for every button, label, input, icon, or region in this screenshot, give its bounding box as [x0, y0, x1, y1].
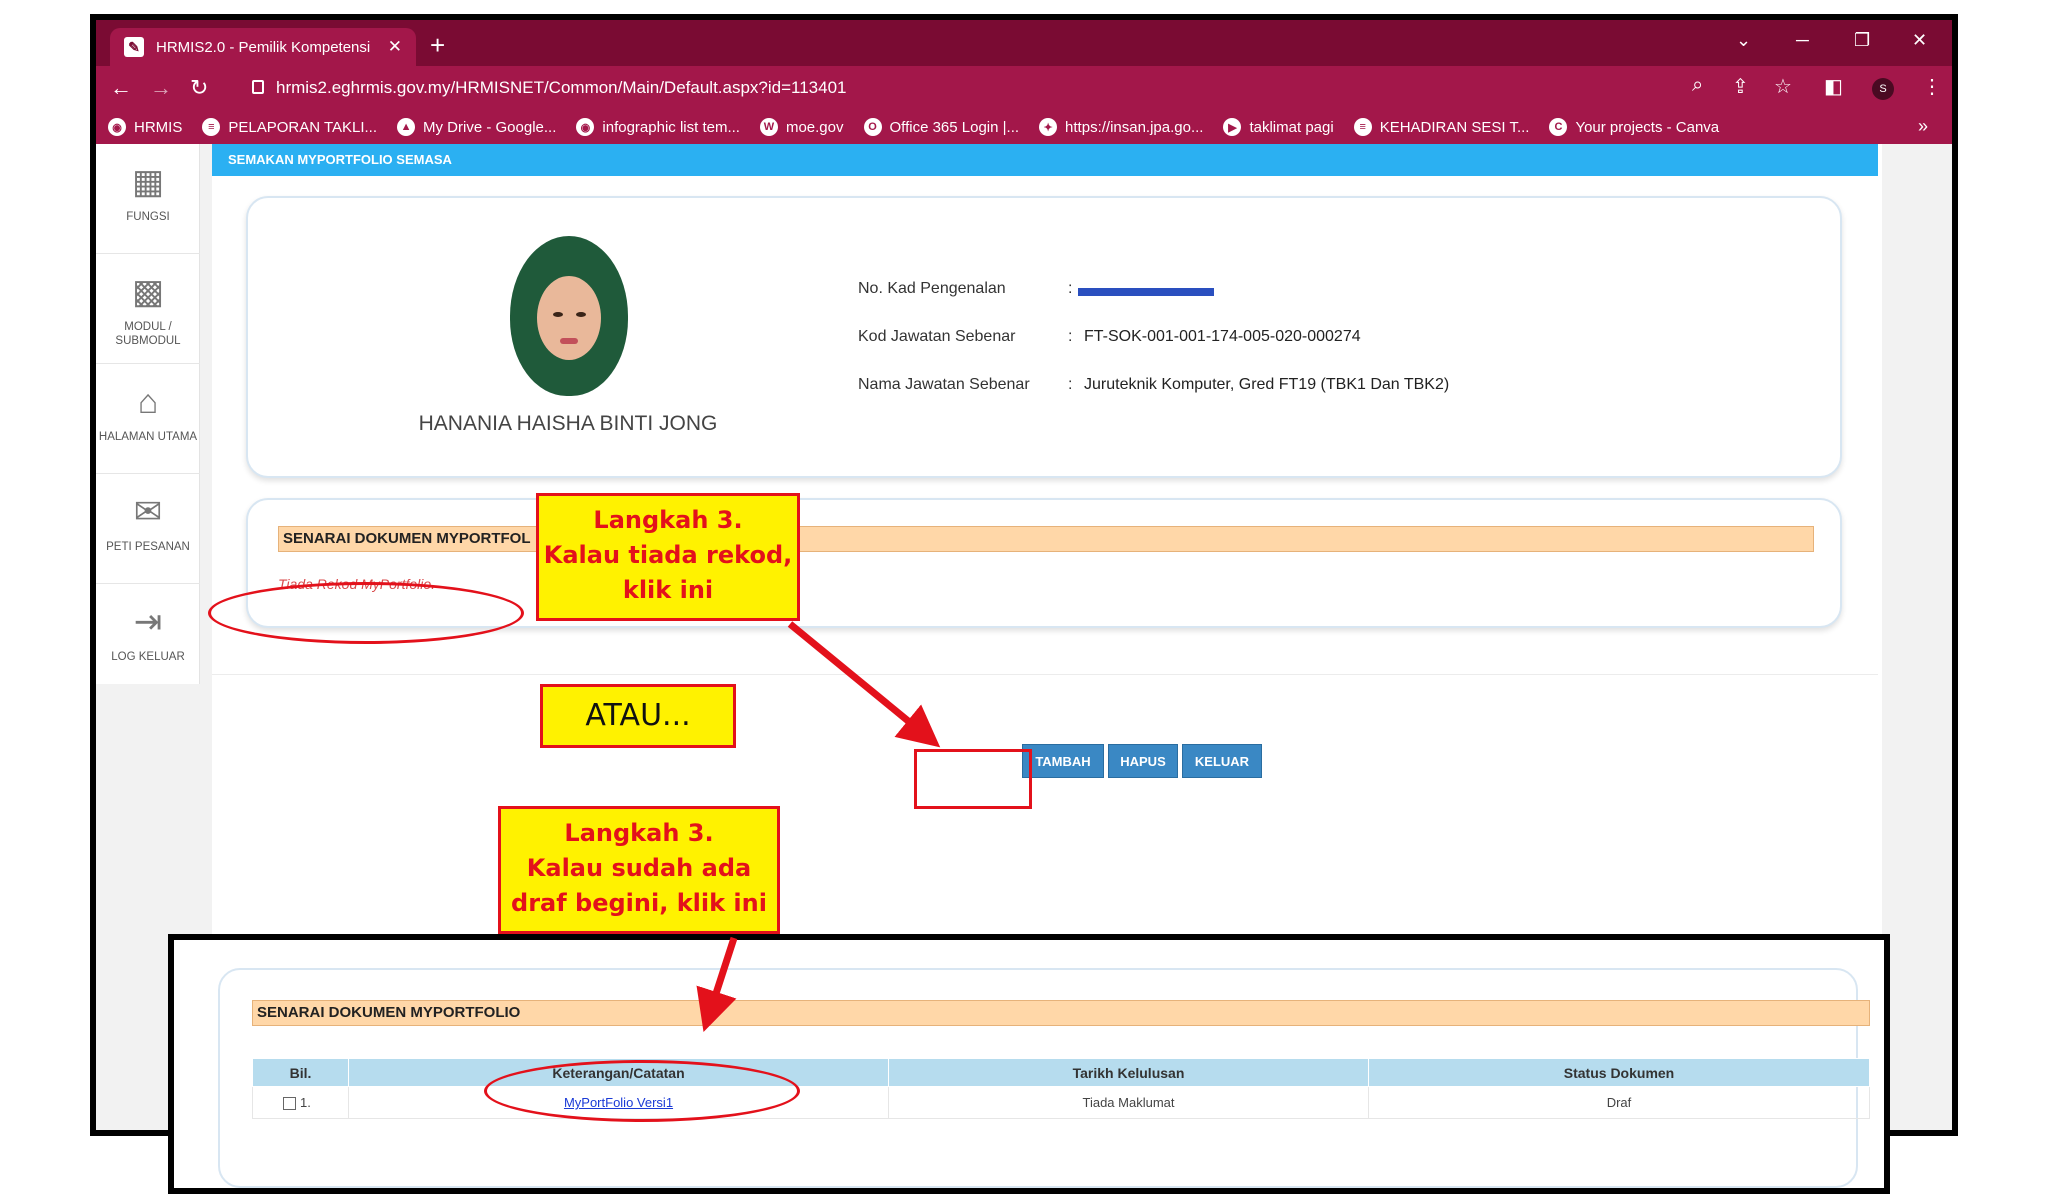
arrow-to-tambah	[787, 621, 941, 748]
arrow-to-link	[696, 936, 738, 1032]
annotation-arrows	[696, 621, 941, 1032]
